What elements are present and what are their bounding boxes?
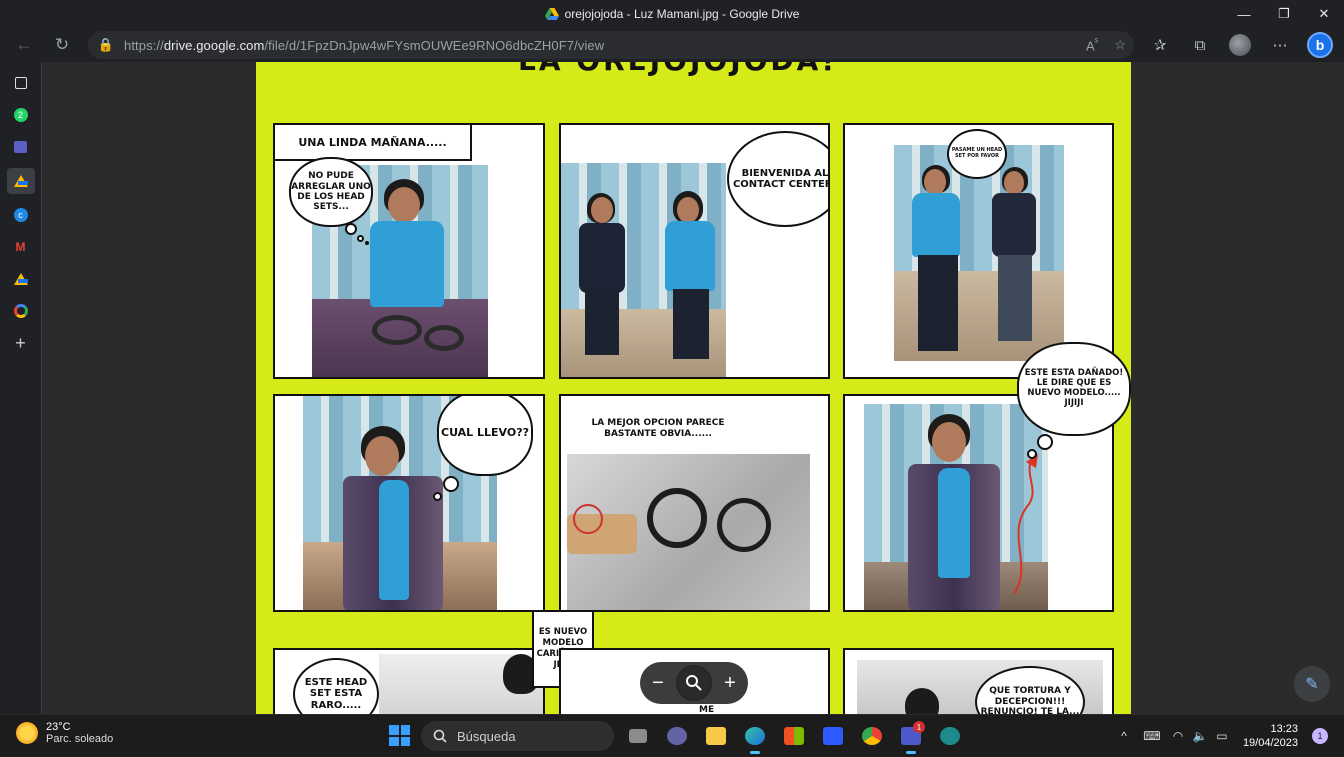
keyboard-icon[interactable]: ⌨ <box>1141 729 1163 743</box>
zoom-in-button[interactable]: + <box>712 665 748 701</box>
window-title: orejojojoda - Luz Mamani.jpg - Google Dr… <box>564 7 800 21</box>
design-app-icon[interactable] <box>817 721 849 751</box>
url-text: https://drive.google.com/file/d/1FpzDnJp… <box>124 37 605 53</box>
window-controls: — ❐ ✕ <box>1224 0 1344 28</box>
panel-1-thought-bubble: NO PUDE ARREGLAR UNO DE LOS HEAD SETS... <box>289 157 373 227</box>
lock-icon: 🔒 <box>97 37 115 52</box>
tab-actions-icon[interactable] <box>7 72 35 94</box>
address-bar-actions: Aˢ ☆ <box>1086 31 1126 59</box>
maximize-button[interactable]: ❐ <box>1264 0 1304 28</box>
comic-panel-7: ESTE HEAD SET ESTA RARO..... <box>273 648 545 714</box>
comic-title-partial: LA OREJOJOJODA! <box>518 62 837 77</box>
google-drive-app-icon[interactable] <box>7 268 35 290</box>
panel-3-speech-bubble: PASAME UN HEAD SET POR FAVOR <box>947 129 1007 179</box>
teams-icon[interactable]: 1 <box>895 721 927 754</box>
settings-more-icon[interactable]: ⋯ <box>1260 28 1300 62</box>
google-icon[interactable] <box>7 300 35 322</box>
weather-widget[interactable]: 23°C Parc. soleado <box>16 721 113 745</box>
system-tray: ^ ⌨ ◠ 🔈 ▭ 13:23 19/04/2023 1 <box>1113 715 1344 757</box>
search-icon <box>433 729 447 743</box>
search-placeholder: Búsqueda <box>457 728 516 744</box>
start-button[interactable] <box>389 725 410 746</box>
address-bar[interactable]: 🔒 https://drive.google.com/file/d/1FpzDn… <box>88 31 1134 59</box>
chevron-up-icon[interactable]: ^ <box>1113 729 1135 743</box>
refresh-button[interactable]: ↻ <box>43 30 81 60</box>
vpn-app-icon[interactable] <box>934 721 966 751</box>
close-button[interactable]: ✕ <box>1304 0 1344 28</box>
chrome-icon[interactable] <box>856 721 888 751</box>
edit-icon[interactable]: ✎ <box>1294 666 1330 702</box>
profile-avatar[interactable] <box>1220 28 1260 62</box>
comic-panel-4: CUAL LLEVO?? <box>273 394 545 612</box>
comic-panel-2: BIENVENIDA AL CONTACT CENTER! <box>559 123 830 379</box>
weather-condition: Parc. soleado <box>46 733 114 745</box>
read-aloud-icon[interactable]: Aˢ <box>1086 36 1098 53</box>
whatsapp-icon[interactable]: 2 <box>7 104 35 126</box>
window-titlebar: orejojojoda - Luz Mamani.jpg - Google Dr… <box>0 0 1344 28</box>
list-app-icon[interactable] <box>7 136 35 158</box>
google-drive-sidebar-icon[interactable] <box>6 168 35 194</box>
volume-icon[interactable]: 🔈 <box>1189 729 1211 743</box>
comic-panel-1: UNA LINDA MAÑANA..... NO PUDE ARREGLAR U… <box>273 123 545 379</box>
back-button[interactable]: ← <box>5 30 43 60</box>
microsoft-store-icon[interactable] <box>778 721 810 751</box>
clock[interactable]: 13:23 19/04/2023 <box>1243 722 1298 750</box>
devil-tail-icon <box>1013 454 1038 594</box>
browser-toolbar: ← ↻ 🔒 https://drive.google.com/file/d/1F… <box>0 28 1344 62</box>
taskbar-apps: 1 <box>622 721 966 754</box>
collections-icon[interactable]: ⧉ <box>1180 28 1220 62</box>
panel-7-photo <box>379 654 543 714</box>
panel-5-caption: LA MEJOR OPCION PARECE BASTANTE OBVIA...… <box>591 418 725 439</box>
teams-badge: 1 <box>913 721 925 733</box>
taskbar-search[interactable]: Búsqueda <box>421 721 614 751</box>
panel-2-photo <box>561 163 726 377</box>
add-favorite-icon[interactable]: ☆ <box>1114 37 1126 53</box>
gmail-icon[interactable]: M <box>7 236 35 258</box>
window-title-group: orejojojoda - Luz Mamani.jpg - Google Dr… <box>544 7 800 21</box>
panel-2-speech-bubble: BIENVENIDA AL CONTACT CENTER! <box>727 131 828 227</box>
file-explorer-icon[interactable] <box>700 721 732 751</box>
minimize-button[interactable]: — <box>1224 0 1264 28</box>
add-sidebar-app-icon[interactable]: + <box>7 332 35 354</box>
edge-icon[interactable] <box>739 721 771 754</box>
favorites-icon[interactable]: ✰ <box>1140 28 1180 62</box>
panel-5-photo <box>567 454 810 610</box>
sun-icon <box>16 722 38 744</box>
comic-panel-5: LA MEJOR OPCION PARECE BASTANTE OBVIA...… <box>559 394 830 612</box>
toolbar-right: ✰ ⧉ ⋯ b <box>1140 28 1344 62</box>
zoom-out-button[interactable]: − <box>640 665 676 701</box>
panel-6-photo <box>864 404 1048 610</box>
windows-taskbar: 23°C Parc. soleado Búsqueda 1 ^ ⌨ ◠ 🔈 ▭ … <box>0 714 1344 756</box>
weather-temperature: 23°C <box>46 721 71 733</box>
canva-icon[interactable]: c <box>7 204 35 226</box>
comic-image: LA OREJOJOJODA! UNA LINDA MAÑANA..... NO… <box>256 62 1131 714</box>
zoom-controls: − + <box>640 662 748 704</box>
task-view-icon[interactable] <box>622 721 654 751</box>
clock-time: 13:23 <box>1270 723 1298 735</box>
teams-chat-icon[interactable] <box>661 721 693 751</box>
panel-7-speech-bubble: ESTE HEAD SET ESTA RARO..... <box>293 658 379 714</box>
browser-sidebar: 2 c M + <box>0 62 42 714</box>
notification-badge[interactable]: 1 <box>1312 728 1328 744</box>
bing-icon[interactable]: b <box>1300 28 1340 62</box>
panel-4-thought-bubble: CUAL LLEVO?? <box>437 396 533 476</box>
wifi-icon[interactable]: ◠ <box>1167 729 1189 743</box>
battery-icon[interactable]: ▭ <box>1211 729 1233 743</box>
clock-date: 19/04/2023 <box>1242 737 1298 749</box>
comic-panel-3: PASAME UN HEAD SET POR FAVOR <box>843 123 1114 379</box>
panel-1-caption: UNA LINDA MAÑANA..... <box>275 125 472 161</box>
drive-viewer: LA OREJOJOJODA! UNA LINDA MAÑANA..... NO… <box>42 62 1344 714</box>
zoom-magnifier-icon[interactable] <box>676 665 712 701</box>
google-drive-icon <box>544 8 559 20</box>
comic-panel-9: QUE TORTURA Y DECEPCION!!! RENUNCIO! TE … <box>843 648 1114 714</box>
panel-6-thought-bubble: ESTE ESTA DAÑADO! LE DIRE QUE ES NUEVO M… <box>1017 342 1131 436</box>
